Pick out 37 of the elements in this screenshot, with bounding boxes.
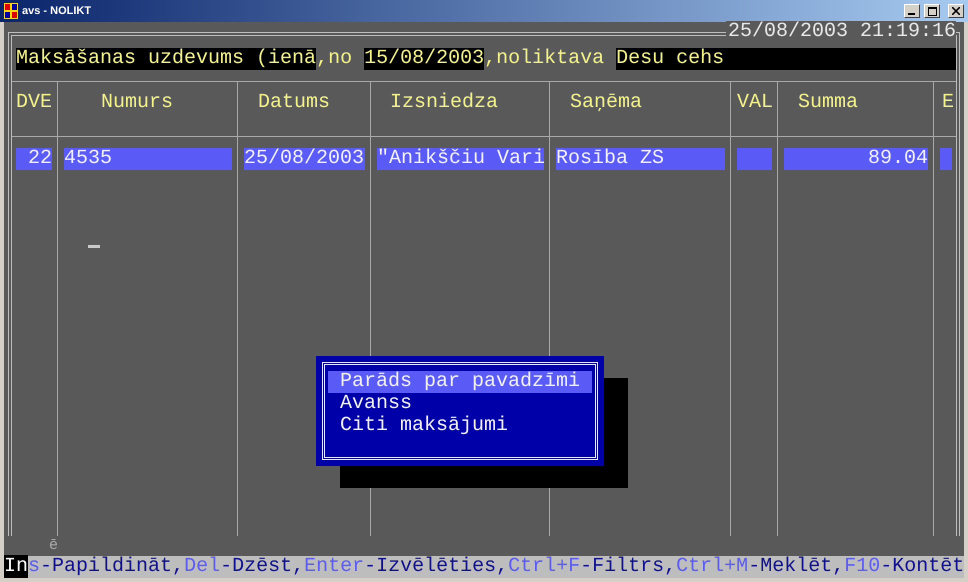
column-header: Saņēma: [570, 91, 642, 114]
column-header: VAL: [737, 91, 774, 114]
hotkey-hint[interactable]: F10-Kontēt: [844, 556, 964, 578]
table-cell: 22: [16, 148, 52, 170]
header-field: Desu cehs: [616, 48, 956, 70]
column-header: E: [942, 91, 954, 114]
header-field: Maksāšanas uzdevums (ienā: [16, 48, 316, 70]
menu-item[interactable]: Parāds par pavadzīmi: [328, 371, 592, 393]
table-cell: 25/08/2003: [244, 148, 365, 170]
column-header: Izsniedza: [390, 91, 498, 114]
column-header: Numurs: [101, 91, 174, 114]
table-cell: 89.04: [784, 148, 928, 170]
hotkey-hint[interactable]: Del-Dzēst,: [184, 556, 304, 578]
header-label: ,no: [316, 48, 354, 70]
cursor-mark: [88, 245, 100, 248]
column-header: Datums: [258, 91, 330, 114]
menu-item[interactable]: Avanss: [328, 393, 592, 415]
header-field: 15/08/2003: [364, 48, 484, 70]
window-title: avs - NOLIKT: [22, 5, 92, 17]
table-cell: 4535: [64, 148, 232, 170]
menu-item[interactable]: Citi maksājumi: [328, 415, 592, 437]
header-label: ,noliktava: [484, 48, 606, 70]
minimize-button[interactable]: [904, 4, 920, 18]
maximize-icon: [928, 6, 936, 16]
column-header: Summa: [798, 91, 858, 114]
stray-character: ē: [49, 537, 58, 554]
hotkey-hint[interactable]: Ctrl+M-Meklēt,: [676, 556, 844, 578]
app-icon: [4, 3, 18, 19]
hotkey-hint[interactable]: Enter-Izvēlēties,: [304, 556, 508, 578]
column-header: DVE: [16, 91, 52, 114]
table-cell: "Anikščiu Vari: [377, 148, 544, 170]
close-icon: [952, 7, 960, 15]
hotkey-hint[interactable]: Ins-Papildināt,: [4, 556, 184, 578]
hotkey-hint[interactable]: Ctrl+F-Filtrs,: [508, 556, 676, 578]
maximize-button[interactable]: [924, 4, 940, 18]
table-cell: Rosība ZS: [556, 148, 725, 170]
close-button[interactable]: [948, 4, 964, 18]
